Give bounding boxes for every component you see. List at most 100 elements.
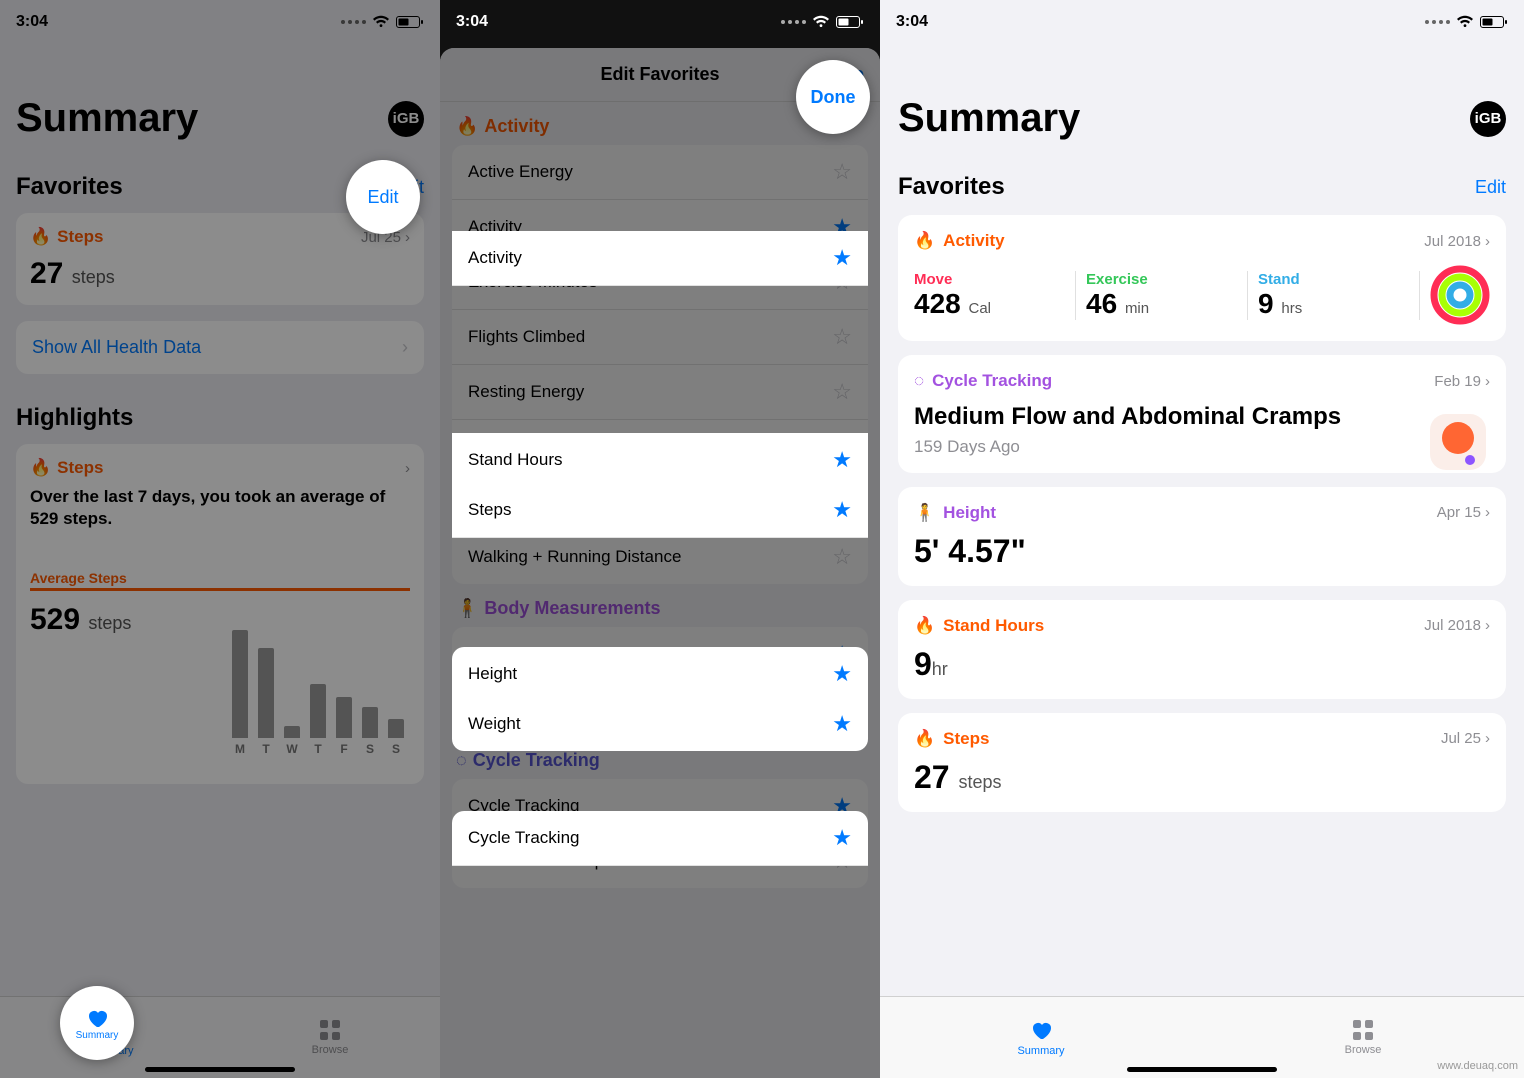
modal-title: Edit Favorites — [600, 64, 719, 85]
star-icon[interactable]: ★ — [832, 497, 852, 523]
height-value: 5' 4.57" — [914, 533, 1490, 570]
row-resting-energy[interactable]: Resting Energy☆ — [452, 365, 868, 420]
tab-browse[interactable]: Browse — [220, 997, 440, 1078]
star-icon[interactable]: ★ — [832, 661, 852, 687]
hl-title: Steps — [57, 458, 103, 478]
exercise-label: Exercise — [1086, 271, 1237, 288]
highlight-card-steps[interactable]: 🔥Steps › Over the last 7 days, you took … — [16, 444, 424, 784]
row-weight-highlight[interactable]: Weight★ — [452, 697, 868, 751]
stand-value: 9 — [1258, 288, 1274, 319]
steps-unit: steps — [72, 267, 115, 287]
avatar[interactable]: iGB — [388, 101, 424, 137]
cycle-symptom-icon — [1430, 414, 1486, 470]
bar-mon — [232, 630, 248, 738]
avg-label: Average Steps — [30, 570, 410, 586]
chevron-right-icon: › — [405, 460, 410, 477]
clock: 3:04 — [456, 13, 488, 31]
row-steps-highlight[interactable]: Steps★ — [452, 483, 868, 538]
row-flights-climbed[interactable]: Flights Climbed☆ — [452, 310, 868, 365]
xlabel: F — [336, 742, 352, 756]
home-indicator[interactable] — [1127, 1067, 1277, 1072]
status-bar: 3:04 — [880, 0, 1524, 44]
xlabel: S — [388, 742, 404, 756]
row-walking-running[interactable]: Walking + Running Distance☆ — [452, 530, 868, 584]
bar-tue — [258, 648, 274, 738]
tab-bar: Summary Browse — [880, 996, 1524, 1078]
move-value: 428 — [914, 288, 961, 319]
wifi-icon — [1456, 15, 1474, 29]
tab-summary[interactable]: Summary — [880, 997, 1202, 1078]
avg-value: 529 — [30, 603, 80, 636]
row-label: Show All Health Data — [32, 337, 201, 358]
height-card[interactable]: 🧍Height Apr 15 › 5' 4.57" — [898, 487, 1506, 586]
star-icon[interactable]: ★ — [832, 447, 852, 473]
highlights-heading: Highlights — [16, 404, 424, 432]
section-body-measurements: 🧍Body Measurements — [440, 584, 880, 627]
cellular-icon — [781, 20, 806, 24]
cycle-tracking-card[interactable]: ◌Cycle Tracking Feb 19 › Medium Flow and… — [898, 355, 1506, 473]
row-activity-highlight[interactable]: Activity★ — [452, 231, 868, 286]
tab-label: Browse — [312, 1044, 349, 1056]
card-title: Steps — [57, 227, 103, 247]
hl-subtitle: Over the last 7 days, you took an averag… — [30, 486, 410, 530]
edit-button-spotlight[interactable]: Edit — [346, 160, 420, 234]
avg-unit: steps — [88, 613, 131, 633]
show-all-health-data[interactable]: Show All Health Data › — [16, 321, 424, 374]
screen-edit-favorites: 3:04 Edit Favorites Done 🔥Activity Activ… — [440, 0, 880, 1078]
home-indicator[interactable] — [145, 1067, 295, 1072]
xlabel: W — [284, 742, 300, 756]
page-title: Summary — [16, 96, 198, 141]
bar-fri — [336, 697, 352, 738]
cellular-icon — [341, 20, 366, 24]
cycle-headline: Medium Flow and Abdominal Cramps — [914, 403, 1346, 431]
flame-icon: 🔥 — [914, 729, 935, 749]
xlabel: T — [258, 742, 274, 756]
grid-icon — [1352, 1019, 1374, 1041]
row-stand-hours-highlight[interactable]: Stand Hours★ — [452, 433, 868, 488]
row-active-energy[interactable]: Active Energy☆ — [452, 145, 868, 200]
bar-sat — [362, 707, 378, 738]
battery-icon — [1480, 15, 1508, 29]
cycle-days-ago: 159 Days Ago — [914, 437, 1490, 457]
star-icon[interactable]: ★ — [832, 245, 852, 271]
grid-icon — [319, 1019, 341, 1041]
move-label: Move — [914, 271, 1065, 288]
favorites-heading: Favorites — [16, 173, 123, 201]
edit-button[interactable]: Edit — [1475, 177, 1506, 198]
star-icon[interactable]: ☆ — [832, 159, 852, 185]
favorites-heading: Favorites — [898, 173, 1005, 201]
star-icon[interactable]: ☆ — [832, 324, 852, 350]
chevron-right-icon: › — [1485, 233, 1490, 250]
steps-unit: steps — [958, 772, 1001, 792]
row-cycle-tracking-highlight[interactable]: Cycle Tracking★ — [452, 811, 868, 866]
heart-icon — [1028, 1018, 1054, 1042]
chevron-right-icon: › — [1485, 373, 1490, 390]
xlabel: T — [310, 742, 326, 756]
card-title: Height — [943, 503, 996, 523]
avg-line — [30, 588, 410, 591]
bar-wed — [284, 726, 300, 738]
person-icon: 🧍 — [456, 598, 478, 619]
star-icon[interactable]: ★ — [832, 711, 852, 737]
page-title: Summary — [898, 96, 1080, 141]
star-icon[interactable]: ☆ — [832, 544, 852, 570]
card-title: Stand Hours — [943, 616, 1044, 636]
card-title: Cycle Tracking — [932, 371, 1052, 391]
row-height-highlight[interactable]: Height★ — [452, 647, 868, 702]
summary-tab-spotlight[interactable]: Summary — [60, 986, 134, 1060]
steps-card[interactable]: 🔥Steps Jul 25 › 27 steps — [898, 713, 1506, 812]
status-bar: 3:04 — [0, 0, 440, 44]
watermark: www.deuaq.com — [1437, 1060, 1518, 1072]
star-icon[interactable]: ★ — [832, 825, 852, 851]
bar-chart — [232, 630, 404, 738]
done-button-spotlight[interactable]: Done — [796, 60, 870, 134]
card-title: Steps — [943, 729, 989, 749]
flame-icon: 🔥 — [914, 616, 935, 636]
wifi-icon — [372, 15, 390, 29]
stand-hours-card[interactable]: 🔥Stand Hours Jul 2018 › 9hr — [898, 600, 1506, 699]
avatar[interactable]: iGB — [1470, 101, 1506, 137]
clock: 3:04 — [16, 13, 48, 31]
activity-card[interactable]: 🔥Activity Jul 2018 › Move 428 Cal Exerci… — [898, 215, 1506, 341]
star-icon[interactable]: ☆ — [832, 379, 852, 405]
chevron-right-icon: › — [1485, 504, 1490, 521]
